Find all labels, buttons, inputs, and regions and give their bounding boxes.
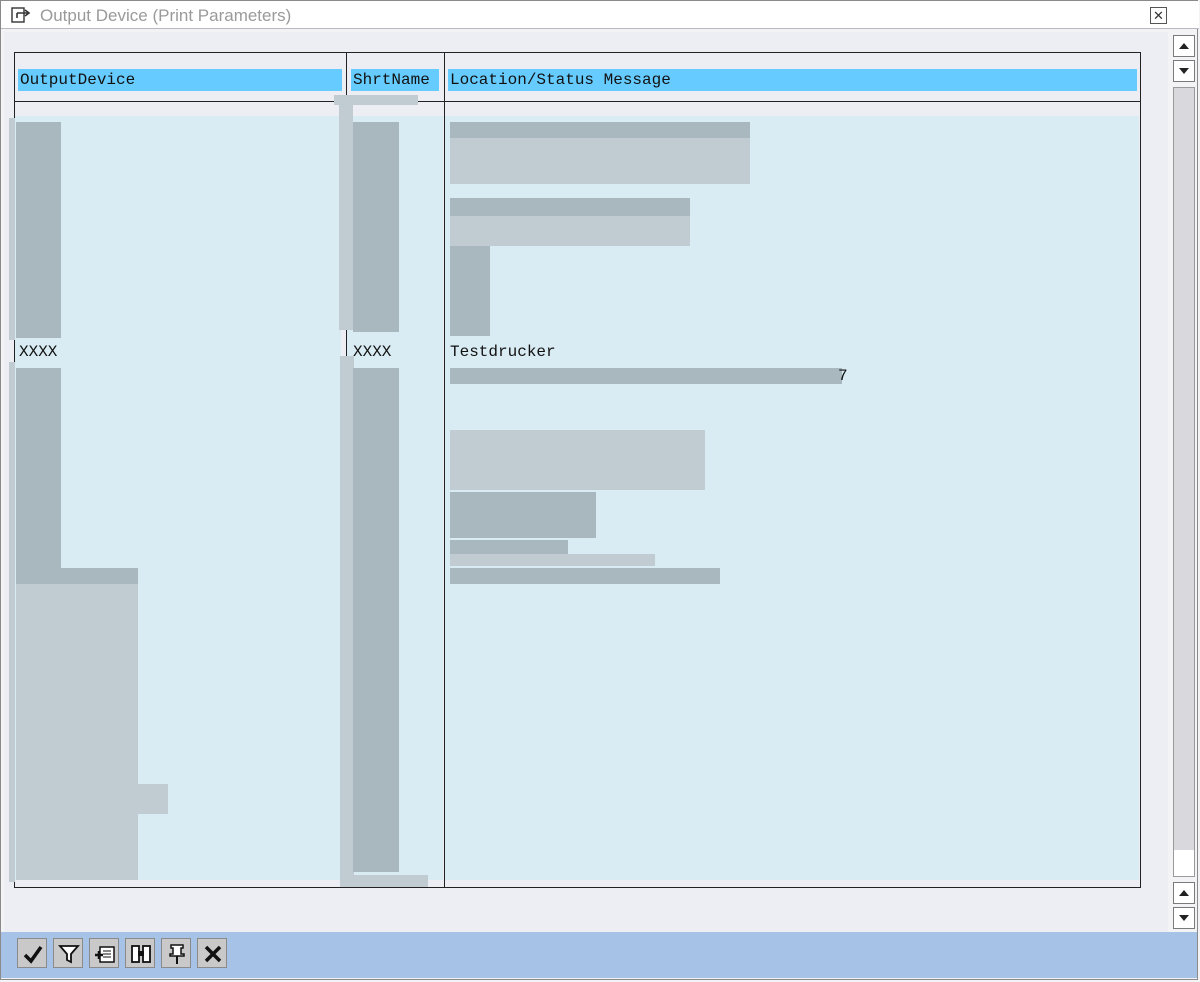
redacted-block [16, 584, 138, 784]
continue-button[interactable] [17, 938, 47, 968]
arrow-down-icon [1179, 68, 1189, 74]
redacted-block [339, 102, 353, 330]
column-header-short-name[interactable]: ShrtName [351, 69, 439, 91]
column-divider-2 [444, 52, 445, 888]
scroll-track[interactable] [1173, 87, 1195, 877]
filter-button[interactable] [53, 938, 83, 968]
window-icon [11, 7, 31, 23]
arrow-up-icon [1179, 43, 1189, 49]
redacted-block [450, 492, 596, 538]
partial-cell-text: 7 [838, 367, 848, 385]
redacted-block [450, 568, 720, 584]
pin-button[interactable] [161, 938, 191, 968]
redacted-block [450, 138, 750, 184]
scroll-page-up-button[interactable] [1173, 882, 1195, 904]
redacted-block [353, 368, 399, 872]
close-icon: ✕ [1153, 8, 1164, 23]
find-button[interactable] [125, 938, 155, 968]
redacted-block [353, 122, 399, 332]
scroll-up-button[interactable] [1173, 35, 1195, 57]
cancel-icon [204, 945, 222, 963]
filter-icon [58, 945, 80, 964]
checkmark-icon [23, 945, 43, 964]
redacted-block [450, 540, 568, 554]
column-header-location-status[interactable]: Location/Status Message [448, 69, 1137, 91]
redacted-block [450, 368, 842, 384]
pin-icon [169, 944, 185, 964]
short-name-cell[interactable]: XXXX [353, 342, 391, 362]
cancel-button[interactable] [197, 938, 227, 968]
redacted-block [340, 356, 354, 882]
redacted-block [16, 568, 138, 584]
arrow-up-icon [1179, 890, 1189, 896]
output-device-cell[interactable]: XXXX [19, 342, 57, 362]
close-button[interactable]: ✕ [1150, 7, 1167, 24]
scroll-page-down-button[interactable] [1173, 907, 1195, 929]
redacted-block [16, 814, 138, 880]
location-status-cell[interactable]: Testdrucker [450, 342, 556, 362]
redacted-block [16, 368, 61, 568]
redacted-block [340, 875, 428, 887]
redacted-block [450, 216, 690, 246]
redacted-block [450, 430, 705, 490]
redacted-block [16, 784, 168, 814]
redacted-block [16, 122, 61, 338]
redacted-block [450, 554, 655, 566]
redacted-block [450, 122, 750, 138]
redacted-block [9, 362, 15, 882]
redacted-block [450, 198, 690, 216]
new-entry-button[interactable] [89, 938, 119, 968]
redacted-block [450, 246, 490, 336]
redacted-block [9, 118, 15, 340]
title-bar: Output Device (Print Parameters) ✕ [1, 1, 1199, 29]
scroll-down-button[interactable] [1173, 60, 1195, 82]
new-entry-icon [95, 946, 115, 963]
arrow-down-icon [1179, 915, 1189, 921]
binoculars-icon [131, 945, 151, 963]
scroll-thumb[interactable] [1174, 850, 1194, 876]
column-header-output-device[interactable]: OutputDevice [18, 69, 342, 91]
header-divider [14, 101, 1141, 102]
window-title: Output Device (Print Parameters) [40, 6, 292, 25]
